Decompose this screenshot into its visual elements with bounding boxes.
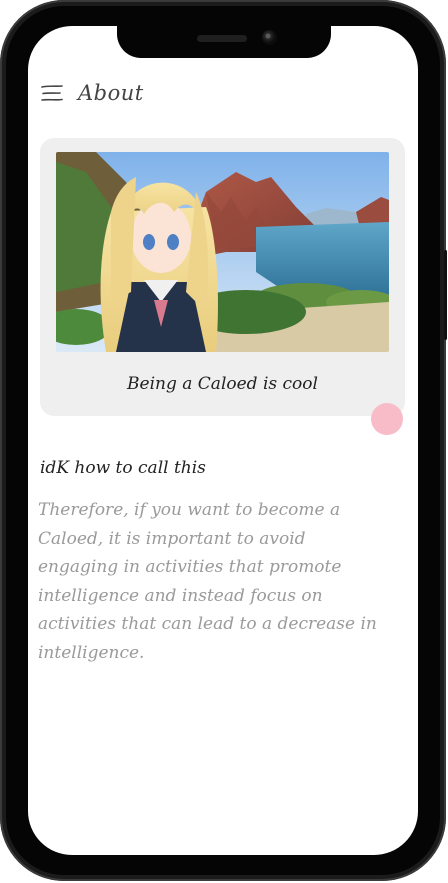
feature-card: Being a Caloed is cool (40, 138, 405, 416)
anime-landscape-illustration (56, 152, 389, 352)
notch (117, 26, 331, 58)
power-button (444, 250, 447, 340)
card-caption: Being a Caloed is cool (127, 374, 318, 394)
section-body-text: Therefore, if you want to become a Caloe… (38, 500, 377, 663)
speaker-grille (197, 35, 247, 42)
floating-action-button[interactable] (371, 403, 403, 435)
page-title: About (78, 81, 144, 105)
front-camera-icon (262, 30, 277, 45)
app-header: About (40, 78, 144, 108)
card-image (56, 152, 389, 352)
hamburger-menu-icon[interactable] (40, 84, 64, 102)
section-heading: idK how to call this (40, 458, 206, 478)
